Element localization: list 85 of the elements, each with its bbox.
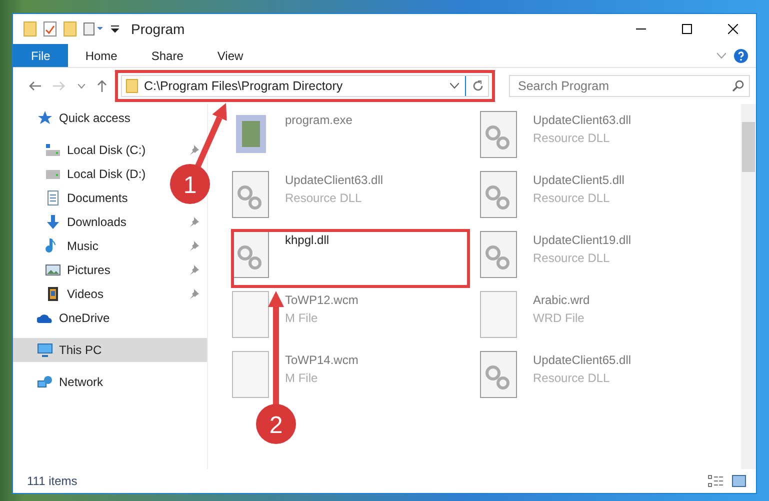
address-bar[interactable]: C:\Program Files\Program Directory [121,75,489,97]
step-number: 2 [269,412,283,439]
chevron-down-icon[interactable] [78,84,85,88]
star-icon [37,110,53,126]
ribbon-tab[interactable]: View [200,44,260,67]
file-icon[interactable] [480,291,517,338]
minimize-icon [636,28,646,30]
file-name[interactable]: UpdateClient5.dll [533,171,624,189]
sidebar-item[interactable]: Local Disk (D:) [13,162,154,186]
refresh-icon[interactable] [472,80,484,92]
network-icon [37,374,53,390]
file-name[interactable]: ToWP14.wcm [285,351,358,369]
file-type: Resource DLL [533,130,611,147]
sidebar-item[interactable]: Downloads [13,210,207,234]
picture-icon [45,262,61,278]
file-type: Resource DLL [533,190,611,207]
file-name[interactable]: Arabic.wrd [533,291,590,309]
step-number: 1 [183,172,197,199]
pin-icon[interactable] [189,241,199,251]
file-type: WRD File [533,310,586,327]
help-icon[interactable] [734,48,748,62]
sidebar-item[interactable]: Network [13,370,112,394]
folder-icon[interactable] [63,21,77,37]
properties-icon[interactable] [83,22,105,36]
file-icon[interactable] [232,351,269,398]
file-name[interactable]: ToWP12.wcm [285,291,358,309]
ribbon-tab[interactable]: File [13,44,68,67]
file-icon[interactable] [232,171,269,218]
sidebar-item[interactable]: Music [13,234,207,258]
film-icon [45,286,61,302]
sidebar-item[interactable]: Documents [13,186,136,210]
sidebar-item[interactable]: This PC [13,338,207,362]
step-badge [170,164,210,204]
folder-icon [126,79,138,93]
file-icon[interactable] [480,171,517,218]
file-name[interactable]: UpdateClient19.dll [533,231,632,249]
file-type: Resource DLL [533,250,611,267]
file-type: Resource DLL [285,190,363,207]
up-arrow-icon[interactable] [96,80,107,92]
address-path: C:\Program Files\Program Directory [144,78,343,95]
callout-arrow [194,103,227,169]
file-icon[interactable] [480,351,517,398]
pin-icon[interactable] [189,289,199,299]
sidebar-item[interactable]: OneDrive [13,306,118,330]
search-icon[interactable] [732,80,744,92]
ribbon-tab[interactable]: Share [134,44,200,67]
monitor-icon [37,342,53,358]
document-icon [45,190,61,206]
window-title: Program [131,20,185,39]
download-arrow-icon [45,214,61,230]
file-icon[interactable] [480,231,517,278]
dropdown-icon[interactable] [111,25,119,33]
close-icon [728,24,738,34]
sidebar-item[interactable]: Quick access [13,106,138,130]
file-type: Resource DLL [533,370,611,387]
file-name[interactable]: UpdateClient63.dll [533,111,632,129]
back-arrow-icon[interactable] [29,81,41,91]
file-icon[interactable] [232,231,269,278]
item-count: 111 items [27,473,78,490]
file-type: M File [285,310,319,327]
scrollbar[interactable] [741,104,756,469]
maximize-icon [682,24,692,34]
pin-icon[interactable] [189,145,199,155]
chevron-down-icon[interactable] [450,83,459,89]
pin-icon[interactable] [189,217,199,227]
ribbon-tab[interactable]: Home [68,44,134,67]
file-name[interactable]: khpgl.dll [285,231,330,249]
file-icon[interactable] [232,291,269,338]
sidebar-item[interactable]: Videos [13,282,207,306]
forward-arrow-icon[interactable] [53,81,66,91]
step-badge [256,404,296,444]
file-name[interactable]: UpdateClient63.dll [285,171,384,189]
file-icon[interactable] [480,111,517,158]
file-type: M File [285,370,319,387]
file-name[interactable]: program.exe [285,111,352,129]
sidebar-item[interactable]: Pictures [13,258,207,282]
details-view-icon[interactable] [708,475,724,487]
search-field[interactable]: Search Program [509,75,750,97]
sidebar-item[interactable]: Local Disk (C:) [13,138,207,162]
pin-icon[interactable] [189,265,199,275]
folder-icon[interactable] [23,21,37,37]
file-name[interactable]: UpdateClient65.dll [533,351,632,369]
drive-icon [45,142,61,158]
large-icons-view-icon[interactable] [732,475,746,487]
checklist-icon[interactable] [43,21,57,37]
